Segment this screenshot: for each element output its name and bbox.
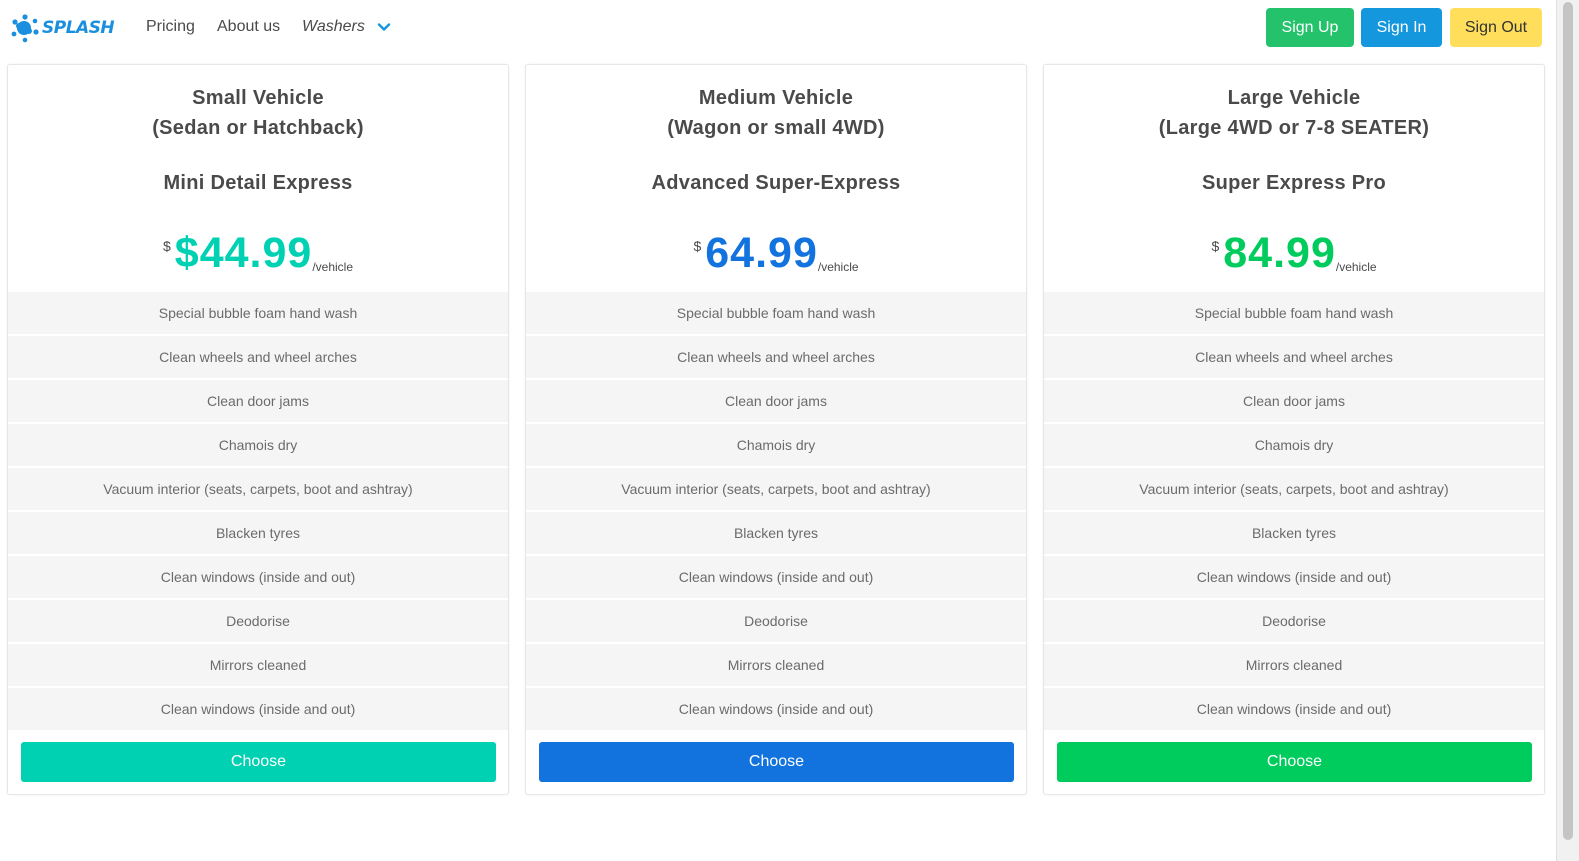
- feature-item: Special bubble foam hand wash: [526, 292, 1026, 336]
- price-amount: 64.99: [705, 229, 818, 277]
- nav-pricing-link[interactable]: Pricing: [146, 18, 195, 36]
- feature-item: Clean windows (inside and out): [1044, 556, 1544, 600]
- feature-item: Blacken tyres: [1044, 512, 1544, 556]
- feature-item: Clean door jams: [8, 380, 508, 424]
- feature-item: Chamois dry: [1044, 424, 1544, 468]
- feature-item: Clean wheels and wheel arches: [8, 336, 508, 380]
- nav-about-link[interactable]: About us: [217, 18, 280, 36]
- feature-item: Mirrors cleaned: [1044, 644, 1544, 688]
- feature-item: Mirrors cleaned: [526, 644, 1026, 688]
- plan-price: $ 64.99 /vehicle: [526, 228, 1026, 278]
- scrollbar-thumb[interactable]: [1563, 2, 1573, 840]
- price-unit: /vehicle: [1335, 260, 1377, 274]
- sign-out-button[interactable]: Sign Out: [1450, 8, 1542, 47]
- feature-item: Clean windows (inside and out): [8, 556, 508, 600]
- choose-large-button[interactable]: Choose: [1057, 742, 1532, 782]
- feature-item: Clean windows (inside and out): [526, 688, 1026, 732]
- price-unit: /vehicle: [817, 260, 859, 274]
- feature-item: Clean wheels and wheel arches: [526, 336, 1026, 380]
- vehicle-type: Medium Vehicle: [698, 87, 854, 109]
- feature-item: Chamois dry: [526, 424, 1026, 468]
- feature-item: Mirrors cleaned: [8, 644, 508, 688]
- feature-item: Clean windows (inside and out): [1044, 688, 1544, 732]
- feature-item: Clean door jams: [1044, 380, 1544, 424]
- top-navbar: SPLASH Pricing About us Washers Sign Up …: [0, 0, 1556, 56]
- vehicle-subtype: (Wagon or small 4WD): [667, 117, 885, 139]
- feature-item: Clean wheels and wheel arches: [1044, 336, 1544, 380]
- feature-item: Special bubble foam hand wash: [8, 292, 508, 336]
- feature-item: Deodorise: [1044, 600, 1544, 644]
- feature-item: Blacken tyres: [8, 512, 508, 556]
- brand-logo[interactable]: SPLASH: [10, 12, 124, 44]
- choose-small-button[interactable]: Choose: [21, 742, 496, 782]
- feature-item: Blacken tyres: [526, 512, 1026, 556]
- chevron-down-icon: [377, 23, 391, 31]
- feature-item: Vacuum interior (seats, carpets, boot an…: [1044, 468, 1544, 512]
- feature-item: Vacuum interior (seats, carpets, boot an…: [526, 468, 1026, 512]
- currency-symbol: $: [1211, 238, 1220, 254]
- sign-up-button[interactable]: Sign Up: [1266, 8, 1354, 47]
- feature-list: Special bubble foam hand wash Clean whee…: [1044, 292, 1544, 732]
- vehicle-type: Small Vehicle: [192, 87, 324, 109]
- choose-medium-button[interactable]: Choose: [539, 742, 1014, 782]
- feature-item: Clean door jams: [526, 380, 1026, 424]
- nav-washers-label: Washers: [302, 18, 365, 35]
- vehicle-title: Small Vehicle (Sedan or Hatchback): [8, 83, 508, 143]
- price-amount: $44.99: [174, 229, 313, 277]
- brand-name: SPLASH: [42, 18, 115, 38]
- vehicle-title: Medium Vehicle (Wagon or small 4WD): [526, 83, 1026, 143]
- feature-item: Deodorise: [8, 600, 508, 644]
- feature-item: Clean windows (inside and out): [8, 688, 508, 732]
- feature-item: Vacuum interior (seats, carpets, boot an…: [8, 468, 508, 512]
- nav-washers-dropdown[interactable]: Washers: [302, 18, 391, 36]
- sign-in-button[interactable]: Sign In: [1361, 8, 1442, 47]
- vehicle-subtype: (Sedan or Hatchback): [152, 117, 364, 139]
- pricing-card-small: Small Vehicle (Sedan or Hatchback) Mini …: [7, 64, 509, 795]
- vehicle-type: Large Vehicle: [1227, 87, 1361, 109]
- plan-name: Mini Detail Express: [163, 172, 353, 194]
- price-unit: /vehicle: [312, 260, 353, 274]
- feature-item: Clean windows (inside and out): [526, 556, 1026, 600]
- currency-symbol: $: [162, 238, 171, 254]
- price-amount: 84.99: [1223, 229, 1336, 277]
- vehicle-title: Large Vehicle (Large 4WD or 7-8 SEATER): [1044, 83, 1544, 143]
- feature-item: Deodorise: [526, 600, 1026, 644]
- vertical-scrollbar[interactable]: [1556, 0, 1579, 861]
- splash-icon: [11, 14, 39, 43]
- feature-item: Chamois dry: [8, 424, 508, 468]
- pricing-card-medium: Medium Vehicle (Wagon or small 4WD) Adva…: [525, 64, 1027, 795]
- currency-symbol: $: [693, 238, 702, 254]
- feature-item: Special bubble foam hand wash: [1044, 292, 1544, 336]
- plan-price: $ 84.99 /vehicle: [1044, 228, 1544, 278]
- plan-name: Super Express Pro: [1201, 172, 1387, 194]
- feature-list: Special bubble foam hand wash Clean whee…: [8, 292, 508, 732]
- feature-list: Special bubble foam hand wash Clean whee…: [526, 292, 1026, 732]
- pricing-card-large: Large Vehicle (Large 4WD or 7-8 SEATER) …: [1043, 64, 1545, 795]
- plan-price: $ $44.99 /vehicle: [8, 228, 508, 278]
- vehicle-subtype: (Large 4WD or 7-8 SEATER): [1158, 117, 1430, 139]
- plan-name: Advanced Super-Express: [651, 172, 901, 194]
